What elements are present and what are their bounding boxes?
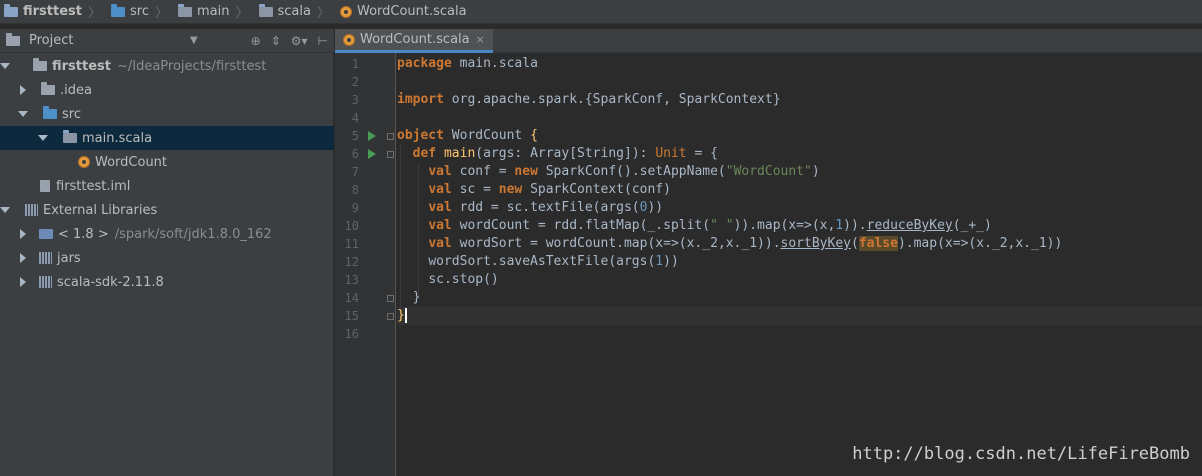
breadcrumb: firsttest 〉 src 〉 main 〉 scala 〉 WordCount.s… (0, 0, 1202, 24)
scala-object-icon (339, 5, 352, 18)
iml-file-icon (40, 180, 50, 192)
tree-item-main-scala[interactable]: main.scala (0, 126, 334, 150)
breadcrumb-item-src[interactable]: src 〉 (107, 0, 174, 24)
source-folder-icon (111, 3, 125, 17)
code-line[interactable]: val sc = new SparkContext(conf) (397, 181, 1202, 199)
tree-item-jars[interactable]: jars (0, 246, 334, 270)
project-panel-title[interactable]: Project (29, 33, 73, 48)
tree-item-scala-sdk[interactable]: scala-sdk-2.11.8 (0, 270, 334, 294)
gear-icon[interactable]: ⚙▾ (291, 34, 308, 48)
line-number: 10 (344, 219, 359, 233)
line-number: 8 (351, 183, 359, 197)
tree-item-src[interactable]: src (0, 102, 334, 126)
breadcrumb-item-project[interactable]: firsttest 〉 (0, 0, 107, 24)
line-number: 5 (351, 129, 359, 143)
collapsed-arrow-icon[interactable] (20, 253, 26, 263)
code-line[interactable]: object WordCount { (397, 127, 1202, 145)
code-line[interactable]: val wordSort = wordCount.map(x=>(x._2,x.… (397, 235, 1202, 253)
project-tree: firsttest ~/IdeaProjects/firsttest .idea… (0, 53, 334, 476)
project-folder-icon (4, 3, 18, 17)
tab-wordcount-scala[interactable]: WordCount.scala × (335, 29, 493, 53)
library-icon (39, 252, 52, 264)
project-panel-toolbar: ⊕ ⇕ ⚙▾ ⊢ (251, 29, 328, 53)
tree-item-idea[interactable]: .idea (0, 78, 334, 102)
source-folder-icon (43, 106, 57, 119)
line-number: 9 (351, 201, 359, 215)
scala-object-icon (78, 156, 90, 168)
breadcrumb-item-main[interactable]: main 〉 (174, 0, 255, 24)
line-number: 4 (351, 111, 359, 125)
breadcrumb-separator: 〉 (87, 6, 101, 21)
fold-icon[interactable] (387, 295, 394, 302)
tree-item-iml[interactable]: firsttest.iml (0, 174, 334, 198)
hide-panel-icon[interactable]: ⊢ (318, 34, 328, 48)
collapsed-arrow-icon[interactable] (20, 229, 26, 239)
text-cursor (404, 308, 407, 323)
expanded-arrow-icon[interactable] (18, 111, 28, 117)
code-line[interactable]: sc.stop() (397, 271, 1202, 289)
code-line[interactable]: val wordCount = rdd.flatMap(_.split(" ")… (397, 217, 1202, 235)
breadcrumb-separator: 〉 (235, 6, 249, 21)
fold-icon[interactable] (387, 313, 394, 320)
code-line[interactable]: wordSort.saveAsTextFile(args(1)) (397, 253, 1202, 271)
tree-item-wordcount[interactable]: WordCount (0, 150, 334, 174)
package-icon (178, 3, 192, 17)
library-icon (39, 276, 52, 288)
tree-item-jdk[interactable]: < 1.8 > /spark/soft/jdk1.8.0_162 (0, 222, 334, 246)
run-icon[interactable] (368, 131, 376, 141)
line-number: 11 (344, 237, 359, 251)
collapsed-arrow-icon[interactable] (20, 85, 26, 95)
project-panel-header: Project ▼ ⊕ ⇕ ⚙▾ ⊢ (0, 29, 334, 53)
editor-gutter: 1 2 3 4 5 6 7 8 9 10 11 12 13 14 15 16 (335, 53, 396, 476)
expanded-arrow-icon[interactable] (0, 207, 10, 213)
code-line[interactable]: import org.apache.spark.{SparkConf, Spar… (397, 91, 1202, 109)
editor-tab-bar: WordCount.scala × (335, 29, 1202, 53)
expanded-arrow-icon[interactable] (0, 63, 10, 69)
line-number: 2 (351, 75, 359, 89)
line-number: 15 (344, 309, 359, 323)
module-folder-icon (33, 58, 47, 71)
package-icon (63, 130, 77, 143)
collapse-all-icon[interactable]: ⇕ (271, 34, 281, 48)
line-number: 12 (344, 255, 359, 269)
project-view-icon (6, 32, 20, 46)
line-number: 14 (344, 291, 359, 305)
line-number: 1 (351, 57, 359, 71)
line-number: 3 (351, 93, 359, 107)
scala-object-icon (343, 33, 355, 46)
code-line-current[interactable]: } (397, 307, 1202, 325)
fold-icon[interactable] (387, 133, 394, 140)
expanded-arrow-icon[interactable] (38, 135, 48, 141)
locate-file-icon[interactable]: ⊕ (251, 34, 261, 48)
run-icon[interactable] (368, 149, 376, 159)
line-number: 13 (344, 273, 359, 287)
breadcrumb-item-file[interactable]: WordCount.scala (336, 0, 473, 24)
jdk-icon (39, 229, 53, 239)
code-line[interactable]: } (397, 289, 1202, 307)
code-line[interactable]: def main(args: Array[String]): Unit = { (397, 145, 1202, 163)
libraries-icon (25, 204, 38, 216)
fold-icon[interactable] (387, 151, 394, 158)
tree-item-external-libraries[interactable]: External Libraries (0, 198, 334, 222)
tree-item-firsttest[interactable]: firsttest ~/IdeaProjects/firsttest (0, 54, 334, 78)
code-line[interactable]: val conf = new SparkConf().setAppName("W… (397, 163, 1202, 181)
code-editor[interactable]: package main.scala import org.apache.spa… (397, 55, 1202, 476)
watermark: http://blog.csdn.net/LifeFireBomb (852, 444, 1190, 464)
view-dropdown-icon[interactable]: ▼ (190, 35, 198, 46)
line-number: 7 (351, 165, 359, 179)
line-number: 16 (344, 327, 359, 341)
code-line[interactable]: val rdd = sc.textFile(args(0)) (397, 199, 1202, 217)
collapsed-arrow-icon[interactable] (20, 277, 26, 287)
package-icon (258, 3, 273, 17)
breadcrumb-separator: 〉 (154, 6, 168, 21)
folder-icon (41, 82, 55, 95)
line-number: 6 (351, 147, 359, 161)
close-icon[interactable]: × (476, 33, 485, 46)
breadcrumb-separator: 〉 (316, 6, 330, 21)
code-line[interactable]: package main.scala (397, 55, 1202, 73)
breadcrumb-item-scala[interactable]: scala 〉 (255, 0, 336, 24)
